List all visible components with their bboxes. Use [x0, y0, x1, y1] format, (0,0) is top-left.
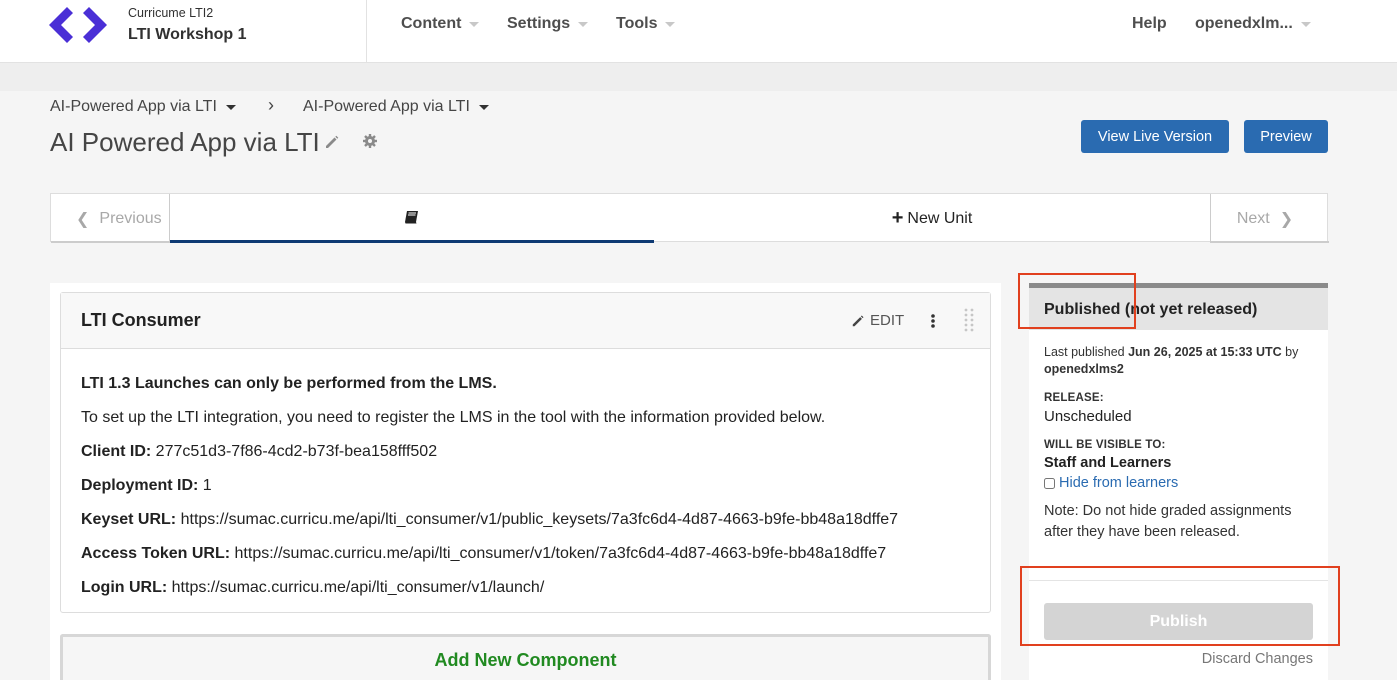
highlight-box-status — [1018, 273, 1136, 329]
publisher-name: openedxlms2 — [1044, 362, 1124, 376]
last-published-by: by — [1281, 345, 1299, 359]
unit-navigation: ❮ Previous + New Unit Next ❯ — [50, 193, 1329, 243]
caret-down-icon — [225, 104, 236, 110]
breadcrumb-section[interactable]: AI-Powered App via LTI — [50, 98, 236, 116]
publish-status-body: Last published Jun 26, 2025 at 15:33 UTC… — [1029, 330, 1328, 557]
field-value: https://sumac.curricu.me/api/lti_consume… — [180, 511, 899, 528]
access-token-url-row: Access Token URL: https://sumac.curricu.… — [81, 543, 970, 564]
nav-tools-label: Tools — [616, 15, 658, 32]
client-id-row: Client ID: 277c51d3-7f86-4cd2-b73f-bea15… — [81, 441, 970, 462]
previous-unit-button[interactable]: ❮ Previous — [51, 194, 170, 243]
edit-label: EDIT — [870, 312, 905, 329]
component-body: LTI 1.3 Launches can only be performed f… — [61, 349, 990, 598]
edit-title-pencil-icon[interactable] — [324, 134, 340, 150]
component-title: LTI Consumer — [81, 310, 201, 330]
new-unit-label: New Unit — [907, 209, 973, 227]
header-divider — [366, 0, 367, 63]
nav-content-menu[interactable]: Content — [401, 15, 480, 33]
field-label: Client ID: — [81, 443, 152, 460]
next-label: Next — [1236, 209, 1270, 227]
book-icon — [405, 211, 418, 224]
visible-to-label: WILL BE VISIBLE TO: — [1044, 439, 1166, 451]
nav-settings-menu[interactable]: Settings — [507, 15, 589, 33]
logo-icon[interactable] — [49, 4, 107, 46]
more-options-icon[interactable] — [927, 311, 939, 331]
keyset-url-row: Keyset URL: https://sumac.curricu.me/api… — [81, 509, 970, 530]
last-published-date: Jun 26, 2025 at 15:33 UTC — [1128, 345, 1282, 359]
breadcrumb-section-label: AI-Powered App via LTI — [50, 98, 217, 115]
preview-button[interactable]: Preview — [1244, 120, 1328, 153]
course-title[interactable]: LTI Workshop 1 — [128, 26, 247, 44]
chevron-left-icon: ❮ — [76, 210, 90, 228]
nav-settings-label: Settings — [507, 15, 571, 32]
field-label: Login URL: — [81, 579, 168, 596]
field-value: 1 — [202, 477, 212, 494]
gear-icon[interactable] — [362, 133, 378, 149]
breadcrumb-separator-icon: › — [268, 95, 274, 115]
user-menu[interactable]: openedxlm... — [1195, 15, 1311, 33]
drag-handle-icon[interactable] — [963, 307, 975, 333]
course-org: Curricume LTI2 — [128, 6, 214, 20]
chevron-right-icon: ❯ — [1279, 210, 1294, 228]
header-sub-band — [0, 63, 1397, 91]
nav-content-label: Content — [401, 15, 462, 32]
release-label: RELEASE: — [1044, 392, 1104, 404]
field-value: 277c51d3-7f86-4cd2-b73f-bea158fff502 — [155, 443, 438, 460]
lti-notice: LTI 1.3 Launches can only be performed f… — [81, 373, 970, 394]
highlight-box-publish — [1020, 566, 1340, 646]
add-new-component-button[interactable]: Add New Component — [60, 634, 991, 680]
field-label: Keyset URL: — [81, 511, 177, 528]
last-published-prefix: Last published — [1044, 345, 1129, 359]
pencil-icon — [852, 314, 864, 326]
hide-from-learners-toggle[interactable]: Hide from learners — [1044, 475, 1313, 491]
help-link[interactable]: Help — [1132, 15, 1167, 33]
page-title: AI Powered App via LTI — [50, 127, 320, 157]
user-name: openedxlm... — [1195, 15, 1293, 32]
edit-component-button[interactable]: EDIT — [851, 312, 904, 329]
hide-from-learners-label: Hide from learners — [1059, 475, 1179, 491]
field-label: Deployment ID: — [81, 477, 199, 494]
field-value: https://sumac.curricu.me/api/lti_consume… — [171, 579, 545, 596]
top-header: Curricume LTI2 LTI Workshop 1 Content Se… — [0, 0, 1397, 63]
component-header: LTI Consumer EDIT — [61, 293, 990, 349]
nav-tools-menu[interactable]: Tools — [616, 15, 676, 33]
new-unit-button[interactable]: + New Unit — [654, 194, 1210, 243]
visible-to-value: Staff and Learners — [1044, 455, 1172, 471]
current-unit-tab[interactable] — [170, 194, 654, 243]
caret-down-icon — [1300, 21, 1311, 27]
breadcrumb-subsection-label: AI-Powered App via LTI — [303, 98, 470, 115]
plus-icon: + — [891, 207, 904, 229]
deployment-id-row: Deployment ID: 1 — [81, 475, 970, 496]
caret-down-icon — [478, 104, 489, 110]
next-unit-button[interactable]: Next ❯ — [1210, 194, 1329, 243]
lti-intro: To set up the LTI integration, you need … — [81, 409, 826, 426]
discard-changes-link[interactable]: Discard Changes — [1202, 651, 1313, 667]
lti-consumer-component: LTI Consumer EDIT LTI 1.3 Launches can o… — [60, 292, 991, 613]
field-value: https://sumac.curricu.me/api/lti_consume… — [234, 545, 887, 562]
last-published-info: Last published Jun 26, 2025 at 15:33 UTC… — [1044, 344, 1313, 378]
hide-from-learners-checkbox[interactable] — [1044, 477, 1055, 489]
field-label: Access Token URL: — [81, 545, 231, 562]
breadcrumb-subsection[interactable]: AI-Powered App via LTI — [303, 98, 489, 116]
hide-note: Note: Do not hide graded assignments aft… — [1044, 503, 1292, 540]
lti-notice-bold: LTI 1.3 Launches can only be performed f… — [81, 375, 497, 392]
view-live-version-button[interactable]: View Live Version — [1081, 120, 1229, 153]
previous-label: Previous — [99, 209, 162, 227]
release-value: Unscheduled — [1044, 408, 1132, 425]
caret-down-icon — [578, 21, 589, 27]
caret-down-icon — [665, 21, 676, 27]
caret-down-icon — [469, 21, 480, 27]
login-url-row: Login URL: https://sumac.curricu.me/api/… — [81, 577, 970, 598]
